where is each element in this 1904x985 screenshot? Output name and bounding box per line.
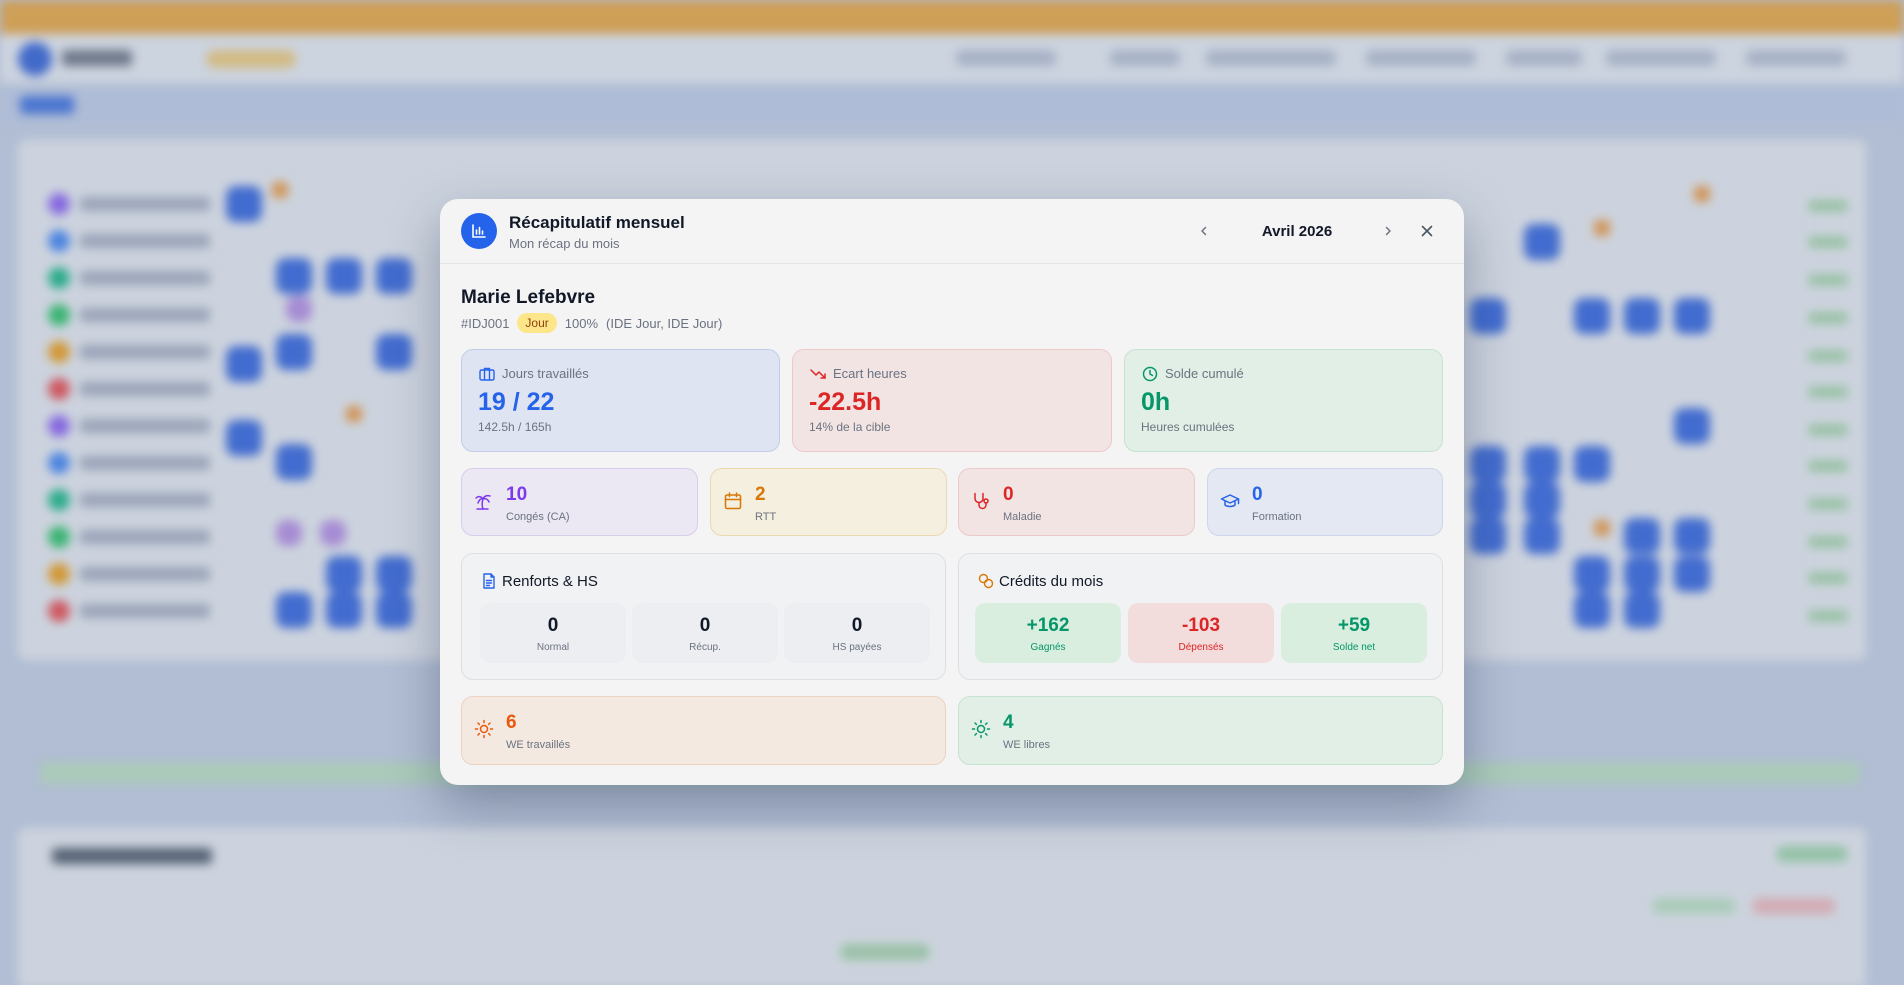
close-icon — [1421, 225, 1433, 237]
worked-days-label: Jours travaillés — [502, 366, 589, 381]
employee-id: #IDJ001 — [461, 315, 510, 331]
hours-gap-sub: 14% de la cible — [809, 420, 891, 434]
weekends-free-value: 4 — [1003, 712, 1014, 733]
formation-label: Formation — [1252, 511, 1302, 523]
reinforcement-normal-tile: 0 Normal — [480, 603, 626, 663]
rtt-label: RTT — [755, 511, 777, 523]
absence-card-maladie: 0 Maladie — [958, 468, 1195, 536]
weekends-free-card: 4 WE libres — [958, 696, 1443, 765]
clock-icon — [1142, 366, 1158, 382]
trending-down-icon — [810, 369, 826, 379]
current-month-label: Avril 2026 — [1261, 223, 1333, 240]
absence-card-ca: 10 Congés (CA) — [461, 468, 698, 536]
reinforcement-hs-tile: 0 HS payées — [784, 603, 930, 663]
credits-net-tile: +59 Solde net — [1281, 603, 1427, 663]
worked-days-sub: 142.5h / 165h — [478, 420, 552, 434]
absence-card-rtt: 2 RTT — [710, 468, 947, 536]
modal-subtitle: Mon récap du mois — [509, 236, 620, 251]
modal-header: Récapitulatif mensuel Mon récap du mois … — [440, 199, 1464, 264]
credits-earned-tile: +162 Gagnés — [975, 603, 1121, 663]
balance-label: Solde cumulé — [1165, 366, 1244, 381]
balance-sub: Heures cumulées — [1141, 420, 1235, 434]
credits-earned-label: Gagnés — [1030, 642, 1066, 653]
hours-gap-label: Ecart heures — [833, 366, 907, 381]
rtt-value: 2 — [755, 484, 766, 505]
recup-label: Récup. — [689, 642, 721, 653]
reinforcement-recup-tile: 0 Récup. — [632, 603, 778, 663]
worked-days-value: 19 / 22 — [478, 388, 555, 416]
credits-spent-label: Dépensés — [1178, 642, 1224, 653]
palm-tree-icon — [475, 494, 491, 510]
graduation-cap-icon — [1220, 494, 1240, 508]
employee-roles: (IDE Jour, IDE Jour) — [606, 315, 723, 331]
employee-name: Marie Lefebvre — [461, 287, 596, 308]
bar-chart-icon — [461, 213, 497, 249]
balance-card: Solde cumulé 0h Heures cumulées — [1124, 349, 1443, 452]
credits-net-value: +59 — [1337, 615, 1371, 636]
credits-spent-value: -103 — [1181, 615, 1221, 636]
balance-value: 0h — [1141, 388, 1171, 416]
formation-value: 0 — [1252, 484, 1263, 505]
ca-value: 10 — [506, 484, 528, 505]
document-icon — [483, 573, 495, 589]
chevron-right-icon — [1385, 226, 1391, 236]
modal-title: Récapitulatif mensuel — [509, 213, 685, 232]
calendar-icon — [724, 492, 742, 510]
recup-value: 0 — [699, 615, 711, 636]
coins-icon — [978, 573, 994, 589]
weekends-worked-value: 6 — [506, 712, 517, 733]
credits-title: Crédits du mois — [999, 573, 1104, 590]
credits-section: Crédits du mois +162 Gagnés -103 Dépensé… — [958, 553, 1443, 680]
stethoscope-icon — [974, 492, 989, 510]
reinforcements-section: Renforts & HS 0 Normal 0 Récup. 0 HS pay… — [461, 553, 946, 680]
previous-month-button[interactable] — [1192, 219, 1216, 243]
absence-card-formation: 0 Formation — [1207, 468, 1443, 536]
chevron-left-icon — [1201, 226, 1207, 236]
reinforcements-title: Renforts & HS — [502, 573, 598, 590]
hs-paid-label: HS payées — [832, 642, 882, 653]
maladie-value: 0 — [1003, 484, 1014, 505]
worked-days-card: Jours travaillés 19 / 22 142.5h / 165h — [461, 349, 780, 452]
weekends-worked-card: 6 WE travaillés — [461, 696, 946, 765]
credits-net-label: Solde net — [1332, 642, 1376, 653]
sun-icon — [474, 719, 494, 739]
maladie-label: Maladie — [1003, 511, 1042, 523]
shift-badge: Jour — [517, 313, 557, 333]
hs-paid-value: 0 — [851, 615, 863, 636]
weekends-worked-label: WE travaillés — [506, 739, 571, 751]
briefcase-icon — [479, 367, 495, 381]
employee-percent: 100% — [564, 315, 599, 331]
hours-gap-value: -22.5h — [809, 388, 882, 416]
normal-value: 0 — [547, 615, 559, 636]
ca-label: Congés (CA) — [506, 511, 570, 523]
employee-meta: #IDJ001 Jour 100% (IDE Jour, IDE Jour) — [461, 313, 722, 333]
normal-label: Normal — [536, 642, 570, 653]
next-month-button[interactable] — [1376, 219, 1400, 243]
credits-spent-tile: -103 Dépensés — [1128, 603, 1274, 663]
monthly-summary-modal: Récapitulatif mensuel Mon récap du mois … — [440, 199, 1464, 785]
close-button[interactable] — [1415, 219, 1439, 243]
weekends-free-label: WE libres — [1003, 739, 1051, 751]
sun-icon — [971, 719, 991, 739]
hours-gap-card: Ecart heures -22.5h 14% de la cible — [792, 349, 1112, 452]
credits-earned-value: +162 — [1026, 615, 1070, 636]
